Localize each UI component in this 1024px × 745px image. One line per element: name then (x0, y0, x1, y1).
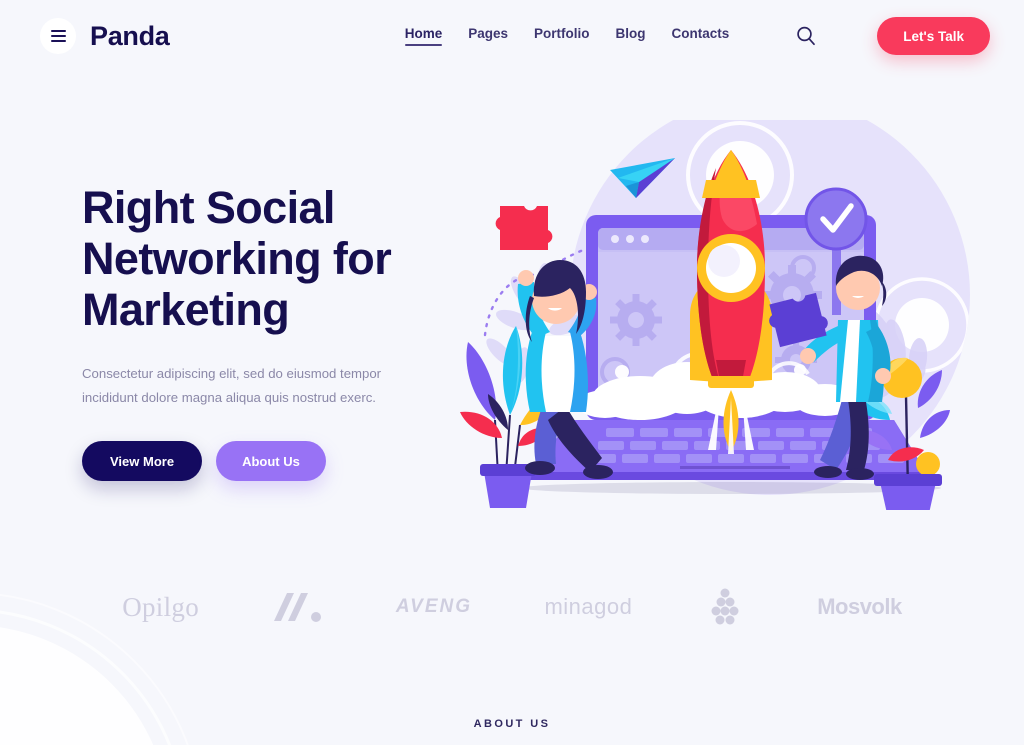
search-icon[interactable] (793, 23, 819, 49)
logo-mosvolk[interactable]: Mosvolk (817, 594, 902, 620)
logo-m-mark[interactable] (271, 590, 323, 624)
page-title: Right Social Networking for Marketing (82, 182, 482, 335)
logo-minagod-label: minagod (544, 594, 633, 619)
logo-aveng[interactable]: AVENG (396, 596, 472, 618)
lets-talk-button[interactable]: Let's Talk (877, 17, 990, 55)
nav-item-blog[interactable]: Blog (616, 26, 646, 46)
site-header: Panda Home Pages Portfolio Blog Contacts… (0, 0, 1024, 72)
logo-dots-mark[interactable] (705, 587, 745, 627)
headline-line-3: Marketing (82, 284, 290, 335)
view-more-button[interactable]: View More (82, 441, 203, 481)
brand-name: Panda (90, 20, 170, 51)
red-puzzle-piece (495, 206, 553, 250)
hero-subtext: Consectetur adipiscing elit, sed do eius… (82, 366, 382, 405)
dots-cluster-icon (711, 588, 739, 625)
nav-item-portfolio[interactable]: Portfolio (534, 26, 590, 46)
logo-opilgo-label: Opilgo (122, 591, 200, 622)
hero-button-group: View More About Us (82, 441, 482, 481)
logo-opilgo[interactable]: Opilgo (122, 592, 199, 623)
headline-line-1: Right Social (82, 182, 335, 233)
startup-rocket-laptop-illustration (460, 120, 970, 510)
headline-line-2: Networking for (82, 233, 392, 284)
logo-aveng-label: AVENG (395, 596, 473, 617)
nav-item-contacts[interactable]: Contacts (672, 26, 730, 46)
nav-item-home[interactable]: Home (404, 26, 442, 46)
about-us-button[interactable]: About Us (216, 441, 326, 481)
about-us-section-label: ABOUT US (473, 718, 551, 730)
hamburger-icon[interactable] (40, 18, 76, 54)
partner-logos: Opilgo AVENG minagod Mosvolk (0, 568, 1024, 646)
main-navigation: Home Pages Portfolio Blog Contacts Let's… (404, 17, 990, 55)
nav-item-pages[interactable]: Pages (468, 26, 508, 46)
logo-mosvolk-label: Mosvolk (817, 594, 902, 619)
m-mark-icon (274, 593, 322, 622)
hero-text-block: Right Social Networking for Marketing Co… (82, 182, 482, 481)
logo-minagod[interactable]: minagod (544, 594, 632, 620)
brand: Panda (40, 18, 170, 54)
